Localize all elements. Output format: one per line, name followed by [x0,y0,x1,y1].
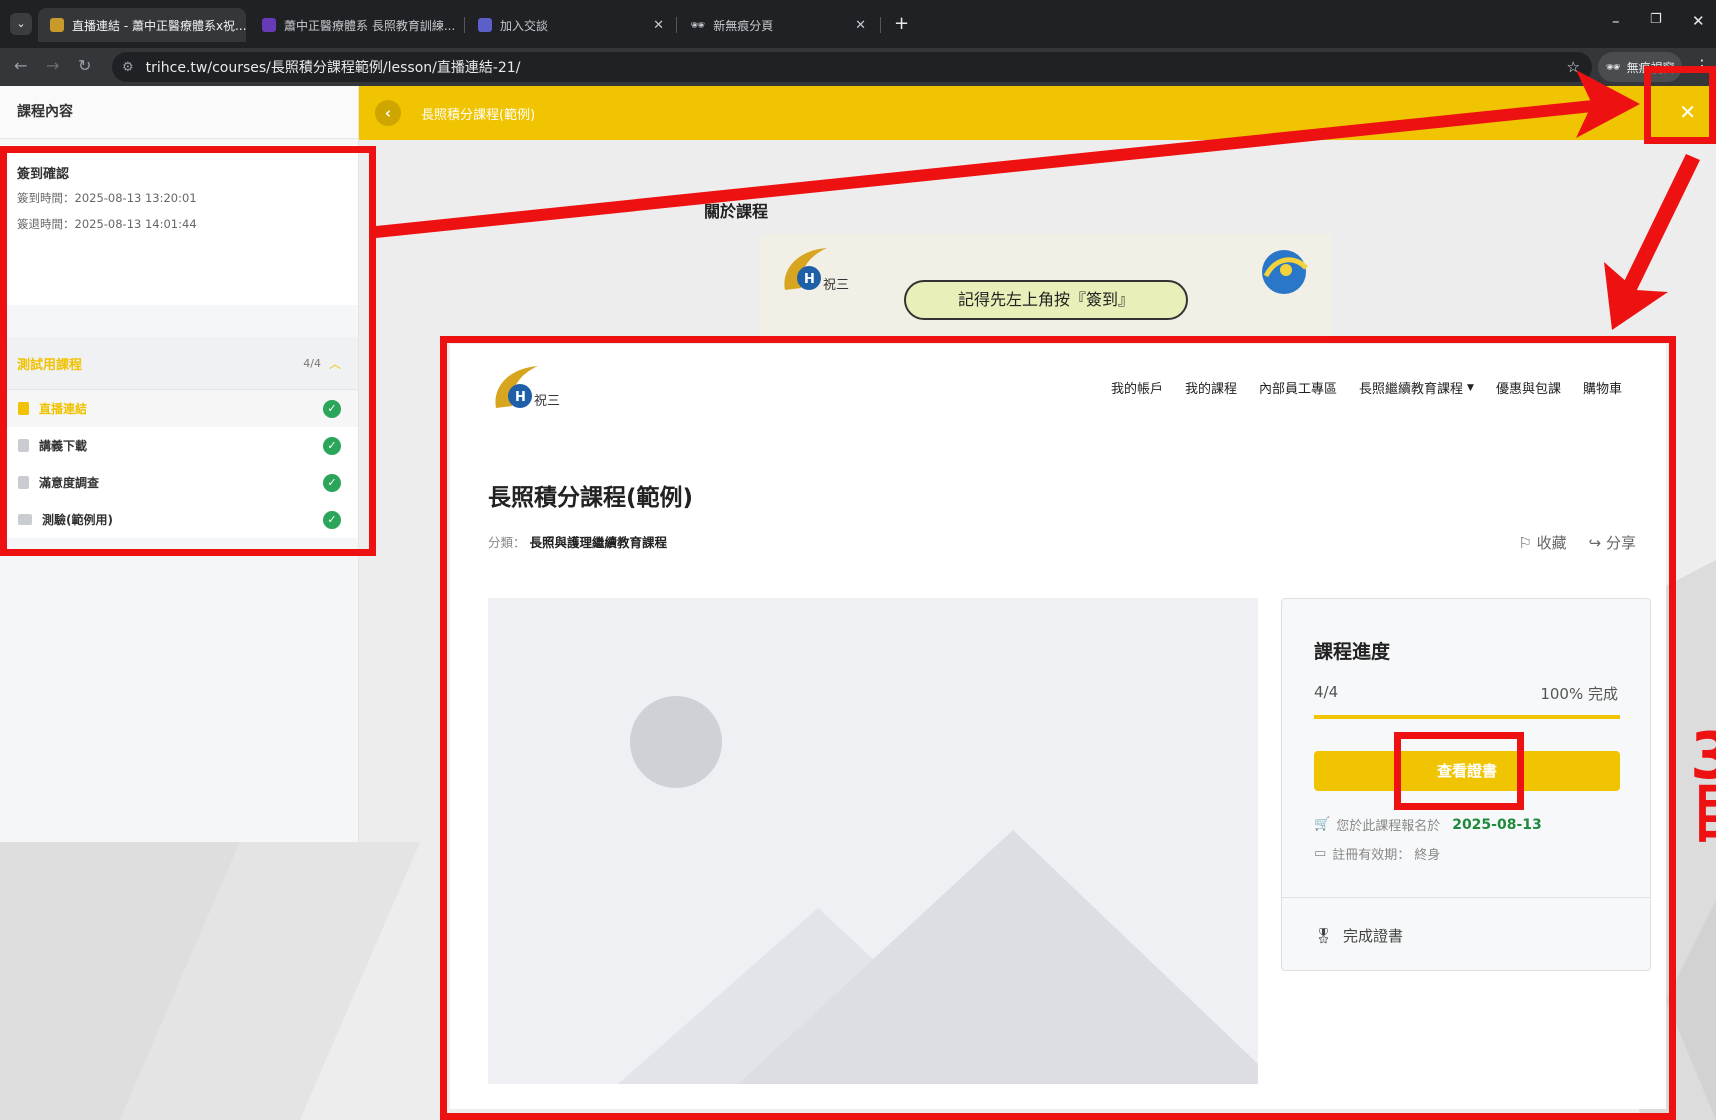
annotation-box-certificate [1394,732,1524,810]
annotation-box-close [1644,66,1716,144]
svg-text:H: H [804,272,815,287]
signin-reminder: 記得先左上角按『簽到』 [904,280,1188,320]
window-close-icon[interactable]: ✕ [1692,12,1705,30]
tab-close-icon[interactable]: ✕ [855,18,866,33]
browser-tab-training[interactable]: 蕭中正醫療體系 長照教育訓練... ✕ [250,8,462,42]
back-arrow-icon[interactable]: ← [14,56,27,75]
url-text: trihce.tw/courses/長照積分課程範例/lesson/直播連結-2… [145,60,521,76]
site-info-icon[interactable]: ⚙ [122,60,134,75]
tab-title: 加入交談 [500,18,549,33]
logo-favicon-icon [50,18,64,32]
bookmark-star-icon[interactable]: ☆ [1567,58,1580,76]
tab-close-icon[interactable]: ✕ [653,18,664,33]
browser-tab-live-link[interactable]: 直播連結 - 蕭中正醫療體系x祝... ✕ [38,8,246,42]
browser-tab-teams[interactable]: 加入交談 ✕ [466,8,676,42]
back-chevron-icon[interactable]: ‹ [375,100,401,126]
sidebar-header: 課程內容 [0,86,358,139]
new-tab-icon[interactable]: + [894,13,909,34]
lesson-header-title: 長照積分課程(範例) [421,107,536,123]
teams-favicon-icon [478,18,492,32]
annotation-step-char: 目 [1690,778,1716,852]
tab-title: 直播連結 - 蕭中正醫療體系x祝... [72,18,246,33]
browser-tab-bar: ⌄ 直播連結 - 蕭中正醫療體系x祝... ✕ 蕭中正醫療體系 長照教育訓練..… [0,0,1716,48]
restore-icon[interactable]: ❐ [1650,12,1662,27]
tab-divider [676,17,677,33]
browser-address-bar: ← → ↻ ⚙ trihce.tw/courses/長照積分課程範例/lesso… [0,48,1716,86]
tab-title: 蕭中正醫療體系 長照教育訓練... [284,18,456,33]
annotation-box-sidebar [0,146,376,556]
lesson-header: ‹ 長照積分課程(範例) ✕ [359,86,1716,140]
tab-divider [880,17,881,33]
tab-divider [464,17,465,33]
form-favicon-icon [262,18,276,32]
reload-icon[interactable]: ↻ [78,56,91,75]
annotation-box-course-page [440,336,1676,1120]
banner-logo-text: 祝三 [823,278,850,293]
annotation-step-text: 3 目 [1690,725,1716,847]
forward-arrow-icon[interactable]: → [46,56,59,75]
about-course-heading: 關於課程 [704,202,769,221]
browser-tab-incognito[interactable]: 🕶 新無痕分頁 ✕ [678,8,878,42]
globe-mascot-icon [1262,250,1308,294]
url-omnibox[interactable]: ⚙ trihce.tw/courses/長照積分課程範例/lesson/直播連結… [112,52,1592,82]
incognito-favicon-icon: 🕶 [690,18,706,32]
minimize-icon[interactable]: – [1612,12,1620,30]
tab-search-icon[interactable]: ⌄ [10,13,32,35]
incognito-icon: 🕶 [1605,60,1621,74]
tab-title: 新無痕分頁 [713,18,774,33]
